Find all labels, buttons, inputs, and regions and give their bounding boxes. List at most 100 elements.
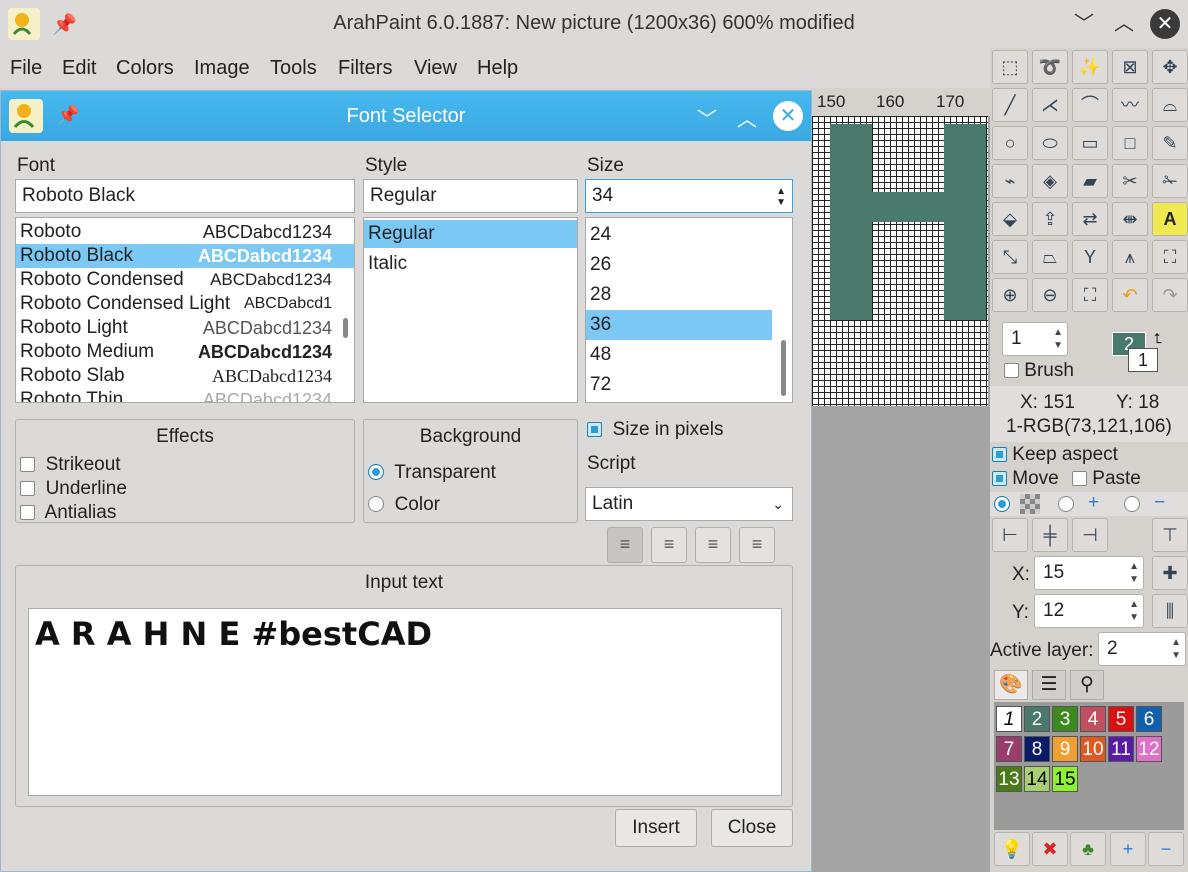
palette-swatch[interactable]: 4 bbox=[1080, 706, 1106, 732]
paste-mode-subtract[interactable] bbox=[1124, 496, 1140, 512]
menu-edit[interactable]: Edit bbox=[62, 57, 96, 80]
font-list-item[interactable]: Roboto ABCDabcd1234 bbox=[16, 220, 354, 244]
dialog-maximize-button[interactable]: ︿ bbox=[737, 103, 757, 132]
font-list-item[interactable]: Roboto Slab ABCDabcd1234 bbox=[16, 364, 354, 388]
close-dialog-button[interactable]: Close bbox=[711, 809, 793, 847]
spinner-arrows-icon[interactable]: ▲ ▼ bbox=[776, 186, 786, 208]
zoom-out-icon[interactable]: ⊖ bbox=[1032, 278, 1068, 312]
paste-mode-add[interactable] bbox=[1058, 496, 1074, 512]
bezier-tool-icon[interactable]: ⌓ bbox=[1152, 88, 1188, 122]
dialog-close-icon[interactable]: ✕ bbox=[773, 101, 803, 131]
swap-tool-icon[interactable]: ⇄ bbox=[1072, 202, 1108, 236]
keep-aspect-option[interactable]: Keep aspect bbox=[992, 444, 1118, 466]
spinner-arrows-icon[interactable]: ▲ ▼ bbox=[1053, 326, 1063, 352]
compass-tool-icon[interactable]: ⩚ bbox=[1112, 240, 1148, 274]
paste-option[interactable]: Paste bbox=[1072, 468, 1141, 490]
center-horizontal-icon[interactable]: ✚ bbox=[1152, 556, 1188, 590]
palette-swatch[interactable]: 11 bbox=[1108, 736, 1134, 762]
align-top-icon[interactable]: ⊤ bbox=[1152, 518, 1188, 552]
font-list-item[interactable]: Roboto Light ABCDabcd1234 bbox=[16, 316, 354, 340]
spinner-arrows-icon[interactable]: ▲ ▼ bbox=[1129, 598, 1139, 624]
stamp-tab-icon[interactable]: ⚲ bbox=[1070, 670, 1104, 700]
font-list-item[interactable]: Roboto Medium ABCDabcd1234 bbox=[16, 340, 354, 364]
curve-tool-icon[interactable]: ⌒ bbox=[1072, 88, 1108, 122]
size-list-item[interactable]: 72 bbox=[586, 370, 792, 400]
zoom-in-icon[interactable]: ⊕ bbox=[992, 278, 1028, 312]
menu-help[interactable]: Help bbox=[477, 57, 518, 80]
palette-swatch[interactable]: 10 bbox=[1080, 736, 1106, 762]
y-spinner[interactable]: 12 ▲ ▼ bbox=[1034, 594, 1144, 628]
background-color[interactable]: 1 bbox=[1128, 348, 1158, 372]
palette-swatch[interactable]: 6 bbox=[1136, 706, 1162, 732]
style-input[interactable]: Regular bbox=[363, 179, 578, 213]
swap-colors-icon[interactable]: ⮤ bbox=[1154, 330, 1162, 347]
dialog-minimize-button[interactable]: ﹀ bbox=[697, 103, 717, 132]
palette-swatch[interactable]: 9 bbox=[1052, 736, 1078, 762]
line-tool-icon[interactable]: ╱ bbox=[992, 88, 1028, 122]
active-layer-spinner[interactable]: 2 ▲ ▼ bbox=[1098, 632, 1186, 666]
mirror-tool-icon[interactable]: ⇼ bbox=[1112, 202, 1148, 236]
text-tool-icon[interactable]: A bbox=[1152, 202, 1188, 236]
cut-tool-icon[interactable]: ✂ bbox=[1112, 164, 1148, 198]
pencil-tool-icon[interactable]: ✎ bbox=[1152, 126, 1188, 160]
align-right-icon[interactable]: ⊣ bbox=[1072, 518, 1108, 552]
insert-button[interactable]: Insert bbox=[615, 809, 697, 847]
antialias-option[interactable]: Antialias bbox=[20, 502, 116, 524]
move-tool-icon[interactable]: ✥ bbox=[1152, 50, 1188, 84]
paste-mode-normal[interactable] bbox=[994, 496, 1010, 512]
text-align-right-icon[interactable]: ≡ bbox=[651, 527, 687, 563]
palette-swatch[interactable]: 12 bbox=[1136, 736, 1162, 762]
menu-colors[interactable]: Colors bbox=[116, 57, 174, 80]
fill-tool-icon[interactable]: ◈ bbox=[1032, 164, 1068, 198]
polyline-tool-icon[interactable]: ⋌ bbox=[1032, 88, 1068, 122]
size-list-item[interactable]: 28 bbox=[586, 280, 792, 310]
distribute-icon[interactable]: ⫼ bbox=[1152, 594, 1188, 628]
spinner-arrows-icon[interactable]: ▲ ▼ bbox=[1171, 636, 1181, 662]
palette-swatch[interactable]: 1 bbox=[996, 706, 1022, 732]
underline-option[interactable]: Underline bbox=[20, 478, 127, 500]
size-input[interactable]: 34 ▲ ▼ bbox=[585, 179, 793, 213]
style-list[interactable]: Regular Italic bbox=[363, 217, 578, 403]
scrollbar-thumb[interactable] bbox=[781, 340, 786, 396]
font-list-item[interactable]: Roboto Condensed Light ABCDabcd1 bbox=[16, 292, 354, 316]
menu-filters[interactable]: Filters bbox=[338, 57, 392, 80]
paste-checkbox[interactable] bbox=[1072, 471, 1087, 486]
menu-file[interactable]: File bbox=[10, 57, 42, 80]
antialias-checkbox[interactable] bbox=[20, 505, 35, 520]
size-in-pixels-option[interactable]: Size in pixels bbox=[587, 419, 723, 441]
scissors-tool-icon[interactable]: ✁ bbox=[1152, 164, 1188, 198]
font-input[interactable]: Roboto Black bbox=[15, 179, 355, 213]
upload-tool-icon[interactable]: ⇪ bbox=[1032, 202, 1068, 236]
palette-swatch[interactable]: 14 bbox=[1024, 766, 1050, 792]
size-list-item[interactable]: 36 bbox=[586, 310, 772, 340]
close-button[interactable]: ✕ bbox=[1150, 9, 1180, 39]
style-list-item[interactable]: Regular bbox=[364, 220, 577, 248]
color-radio[interactable] bbox=[368, 496, 384, 512]
font-list-item[interactable]: Roboto Black ABCDabcd1234 bbox=[16, 244, 354, 268]
underline-checkbox[interactable] bbox=[20, 481, 35, 496]
layers-tab-icon[interactable]: ☰ bbox=[1032, 670, 1066, 700]
redo-icon[interactable]: ↷ bbox=[1152, 278, 1188, 312]
tree-icon[interactable]: ♣ bbox=[1070, 832, 1106, 866]
strikeout-checkbox[interactable] bbox=[20, 457, 35, 472]
align-left-icon[interactable]: ⊢ bbox=[992, 518, 1028, 552]
palette-swatch[interactable]: 2 bbox=[1024, 706, 1050, 732]
align-center-icon[interactable]: ╪ bbox=[1032, 518, 1068, 552]
palette-swatch[interactable]: 3 bbox=[1052, 706, 1078, 732]
script-select[interactable]: Latin ⌄ bbox=[585, 487, 793, 521]
text-align-justify-icon[interactable]: ≡ bbox=[739, 527, 775, 563]
palette-swatch[interactable]: 5 bbox=[1108, 706, 1134, 732]
freehand-tool-icon[interactable]: 〰 bbox=[1112, 88, 1148, 122]
size-list-item[interactable]: 24 bbox=[586, 220, 792, 250]
rect-select-tool-icon[interactable]: ⬚ bbox=[992, 50, 1028, 84]
menu-image[interactable]: Image bbox=[194, 57, 250, 80]
size-list-item[interactable]: 26 bbox=[586, 250, 792, 280]
menu-view[interactable]: View bbox=[414, 57, 457, 80]
merge-tool-icon[interactable]: Y bbox=[1072, 240, 1108, 274]
palette-tab-icon[interactable]: 🎨 bbox=[994, 670, 1028, 700]
minimize-button[interactable]: ﹀ bbox=[1070, 10, 1098, 38]
lightbulb-icon[interactable]: 💡 bbox=[994, 832, 1030, 866]
pixel-canvas[interactable] bbox=[812, 116, 988, 406]
circle-tool-icon[interactable]: ○ bbox=[992, 126, 1028, 160]
delete-icon[interactable]: ✖ bbox=[1032, 832, 1068, 866]
